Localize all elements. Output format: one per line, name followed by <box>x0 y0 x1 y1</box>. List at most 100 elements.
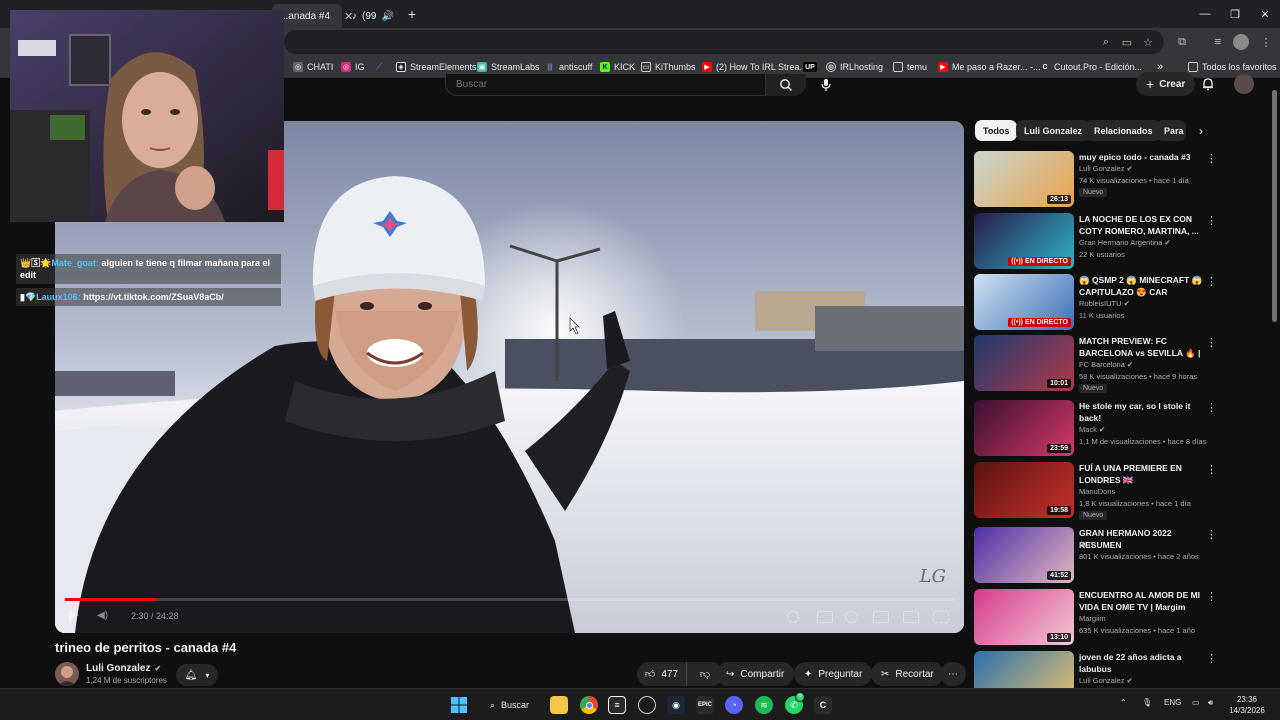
bookmark-antiscuff[interactable]: ||| antiscuff <box>545 59 592 75</box>
steam-icon[interactable]: ◉ <box>667 696 685 714</box>
bookmark-ig[interactable]: ◎ IG <box>341 59 365 75</box>
taskbar-search[interactable]: ⌕ Buscar <box>482 694 537 716</box>
recommended-video[interactable]: ((•)) EN DIRECTO LA NOCHE DE LOS EX CON C… <box>974 213 1217 271</box>
channel-name[interactable]: FC Barcelona ✔ <box>1079 360 1133 369</box>
more-options-icon[interactable]: ⋮ <box>1206 402 1217 416</box>
video-title[interactable]: 😱 QSMP 2 😱 MINECRAFT 😱 CAPITULAZO 😍 CAR … <box>1079 274 1204 298</box>
more-options-icon[interactable]: ⋮ <box>1206 276 1217 290</box>
video-title[interactable]: ENCUENTRO AL AMOR DE MI VIDA EN OME TV |… <box>1079 589 1204 613</box>
speaker-icon[interactable]: 🔊 <box>381 11 393 22</box>
clip-button[interactable]: ✂ Recortar <box>871 662 944 686</box>
media-icon[interactable]: ≡ <box>1210 34 1226 50</box>
recommended-video[interactable]: ((•)) EN DIRECTO 😱 QSMP 2 😱 MINECRAFT 😱 C… <box>974 274 1217 332</box>
new-tab-button[interactable]: + <box>402 4 422 24</box>
search-button[interactable] <box>766 74 806 96</box>
search-input[interactable]: Buscar <box>445 74 766 96</box>
language-indicator[interactable]: ENG <box>1164 698 1181 707</box>
autoplay-icon[interactable] <box>787 611 799 623</box>
miniplayer-icon[interactable] <box>873 611 889 623</box>
subscription-bell-button[interactable]: 🔔︎ ▾ <box>176 664 218 686</box>
channel-name[interactable]: RobleisIUTU ✔ <box>1079 299 1130 308</box>
bookmark-temu[interactable]: temu <box>893 59 927 75</box>
close-window-icon[interactable]: ✕ <box>1250 4 1280 24</box>
cast-icon[interactable]: ▭ <box>1119 34 1135 50</box>
bookmark-streamelements[interactable]: ◈ StreamElements <box>396 59 477 75</box>
more-actions-button[interactable]: ⋯ <box>940 662 966 686</box>
cutout-app-icon[interactable]: C <box>814 696 832 714</box>
bookmark-kithumbs[interactable]: ▭ KiThumbs <box>641 59 696 75</box>
bookmark-cutout[interactable]: C Cutout.Pro - Edición... <box>1040 59 1142 75</box>
microphone-icon[interactable]: 🎙︎ <box>1142 698 1152 707</box>
maximize-icon[interactable]: ❐ <box>1220 4 1250 24</box>
spotify-icon[interactable]: ≋ <box>755 696 773 714</box>
like-button[interactable]: 👍︎ 477 <box>637 662 687 686</box>
more-options-icon[interactable]: ⋮ <box>1206 591 1217 605</box>
scrollbar[interactable] <box>1272 90 1277 322</box>
discord-icon[interactable]: ◔ <box>725 696 743 714</box>
theater-mode-icon[interactable] <box>903 611 919 623</box>
more-options-icon[interactable]: ⋮ <box>1206 653 1217 667</box>
recommended-video[interactable]: 19:58 FUÍ A UNA PREMIERE EN LONDRES 🇬🇧 Man… <box>974 462 1217 520</box>
channel-name[interactable]: Mack ✔ <box>1079 425 1105 434</box>
video-thumbnail[interactable]: ((•)) EN DIRECTO <box>974 274 1074 330</box>
settings-icon[interactable] <box>845 611 858 623</box>
chip-relacionados[interactable]: Relacionados <box>1086 120 1161 141</box>
recommended-video[interactable]: 10:01 MATCH PREVIEW: FC BARCELONA vs SEVI… <box>974 335 1217 393</box>
more-options-icon[interactable]: ⋮ <box>1206 153 1217 167</box>
recommended-video[interactable]: 41:52 GRAN HERMANO 2022 RESUMEN BLIT 801 K … <box>974 527 1217 585</box>
video-thumbnail[interactable]: 23:59 <box>974 400 1074 456</box>
video-thumbnail[interactable]: 19:58 <box>974 462 1074 518</box>
file-explorer-icon[interactable] <box>550 696 568 714</box>
video-title[interactable]: muy epico todo - canada #3 <box>1079 151 1204 163</box>
profile-avatar[interactable] <box>1233 34 1249 50</box>
video-title[interactable]: GRAN HERMANO 2022 RESUMEN <box>1079 527 1204 551</box>
more-options-icon[interactable]: ⋮ <box>1206 215 1217 229</box>
bookmark-up[interactable]: UP <box>803 59 821 75</box>
recommended-video[interactable]: 23:59 He stole my car, so I stole it back… <box>974 400 1217 458</box>
chip-todos[interactable]: Todos <box>975 120 1018 141</box>
play-icon[interactable] <box>69 609 79 621</box>
share-button[interactable]: ↪ Compartir <box>716 662 795 686</box>
video-title[interactable]: FUÍ A UNA PREMIERE EN LONDRES 🇬🇧 <box>1079 462 1204 486</box>
minimize-icon[interactable]: — <box>1190 4 1220 24</box>
extensions-icon[interactable]: ⧉ <box>1174 34 1190 50</box>
create-button[interactable]: + Crear <box>1136 72 1196 96</box>
video-thumbnail[interactable]: 26:13 <box>974 151 1074 207</box>
video-thumbnail[interactable]: 41:52 <box>974 527 1074 583</box>
ask-button[interactable]: ✦ Preguntar <box>794 662 873 686</box>
network-icon[interactable]: ▭ <box>1192 698 1200 707</box>
tab-tiktok[interactable]: ♪ (99 🔊 <box>344 4 400 28</box>
bookmark-streamlabs[interactable]: ▣ StreamLabs <box>477 59 540 75</box>
bookmark-howto-irl[interactable]: ▶ (2) How To IRL Strea... <box>702 59 807 75</box>
epic-games-icon[interactable]: EPIC <box>696 696 714 714</box>
obs-icon[interactable] <box>638 696 656 714</box>
bookmark-chart[interactable]: ⟋ <box>374 59 388 75</box>
video-title[interactable]: MATCH PREVIEW: FC BARCELONA vs SEVILLA 🔥… <box>1079 335 1204 359</box>
video-title[interactable]: joven de 22 años adicta a labubus <box>1079 651 1204 675</box>
bookmark-razer[interactable]: ▶ Me paso a Razer... -... <box>938 59 1041 75</box>
recommended-video[interactable]: 13:10 ENCUENTRO AL AMOR DE MI VIDA EN OME… <box>974 589 1217 647</box>
bookmark-kick[interactable]: K KICK <box>600 59 635 75</box>
zoom-icon[interactable]: ⌕ <box>1098 34 1114 50</box>
channel-avatar[interactable] <box>55 662 79 686</box>
more-options-icon[interactable]: ⋮ <box>1206 529 1217 543</box>
recommended-video[interactable]: 26:13 muy epico todo - canada #3 Luli Gonz… <box>974 151 1217 209</box>
channel-name[interactable]: Gran Hermano Argentina ✔ <box>1079 238 1171 247</box>
bookmark-irlhosting[interactable]: ◍ IRLhosting <box>826 59 883 75</box>
more-options-icon[interactable]: ⋮ <box>1206 337 1217 351</box>
subtitles-icon[interactable] <box>817 611 833 623</box>
account-avatar[interactable] <box>1234 74 1254 94</box>
taskbar-clock[interactable]: 23:36 14/3/2026 <box>1224 694 1270 716</box>
chrome-icon[interactable] <box>580 696 598 714</box>
chip-para[interactable]: Para <box>1156 120 1186 141</box>
fullscreen-icon[interactable] <box>933 611 949 623</box>
tray-chevron-icon[interactable]: ⌃ <box>1120 698 1127 707</box>
capcut-icon[interactable]: ≡ <box>608 696 626 714</box>
channel-name[interactable]: BLIT <box>1079 540 1095 549</box>
video-thumbnail[interactable]: ((•)) EN DIRECTO <box>974 213 1074 269</box>
chevron-right-icon[interactable]: › <box>1192 122 1210 140</box>
volume-icon[interactable]: ◀) <box>97 610 108 621</box>
channel-name[interactable]: Luli Gonzalez ✔ <box>1079 164 1133 173</box>
bookmark-chati[interactable]: ◎ CHATI <box>293 59 333 75</box>
all-favorites[interactable]: Todos los favoritos <box>1188 59 1277 75</box>
